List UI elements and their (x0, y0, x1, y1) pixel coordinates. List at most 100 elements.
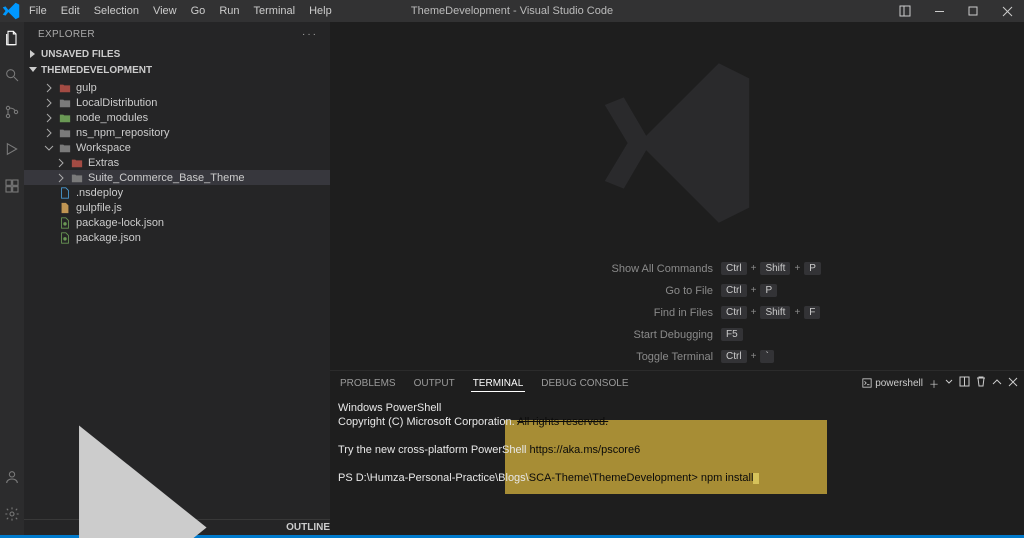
shortcut-label: Find in Files (533, 307, 713, 319)
tree-item-label: package.json (76, 232, 141, 244)
menu-help[interactable]: Help (302, 0, 339, 22)
explorer-more-icon[interactable]: ··· (302, 29, 318, 40)
key: Ctrl (721, 350, 747, 363)
layout-toggle-icon[interactable] (888, 0, 922, 22)
tree-item-label: .nsdeploy (76, 187, 123, 199)
chevron-right-icon (44, 98, 54, 108)
term-link[interactable]: https://aka.ms/pscore6 (530, 444, 641, 456)
key: P (760, 284, 777, 297)
key: Shift (760, 262, 790, 275)
shortcut-keys: Ctrl+` (721, 350, 774, 363)
folder-green-icon (58, 112, 72, 124)
shortcut-label: Go to File (533, 285, 713, 297)
term-prompt: SCA-Theme\ThemeDevelopment> (529, 472, 701, 484)
tree-item-label: ns_npm_repository (76, 127, 170, 139)
term-prompt: PS D:\Humza-Personal-Practice\Blogs\ (338, 472, 529, 484)
key: Ctrl (721, 262, 747, 275)
project-label: THEMEDEVELOPMENT (41, 65, 152, 76)
menu-view[interactable]: View (146, 0, 184, 22)
chevron-right-icon (56, 158, 66, 168)
tree-item[interactable]: gulp (24, 80, 330, 95)
menu-bar: File Edit Selection View Go Run Terminal… (22, 0, 339, 22)
menu-run[interactable]: Run (212, 0, 246, 22)
term-line: Copyright (C) Microsoft Corporation. (338, 416, 517, 428)
key: Ctrl (721, 306, 747, 319)
title-bar: File Edit Selection View Go Run Terminal… (0, 0, 1024, 22)
new-terminal-icon[interactable]: ＋ (929, 376, 939, 391)
term-line: Windows PowerShell (338, 402, 441, 414)
shortcut-row: Start Debugging F5 (533, 328, 821, 341)
tree-item[interactable]: .nsdeploy (24, 185, 330, 200)
folder-red-icon (70, 157, 84, 169)
key: P (804, 262, 821, 275)
minimize-button[interactable] (922, 0, 956, 22)
tree-item[interactable]: ns_npm_repository (24, 125, 330, 140)
tree-item[interactable]: Suite_Commerce_Base_Theme (24, 170, 330, 185)
source-control-icon[interactable] (4, 104, 20, 125)
accounts-icon[interactable] (4, 469, 20, 490)
tree-item-label: Suite_Commerce_Base_Theme (88, 172, 245, 184)
shortcut-keys: Ctrl+P (721, 284, 777, 297)
key: ` (760, 350, 773, 363)
shell-name: powershell (875, 378, 923, 389)
tab-output[interactable]: OUTPUT (412, 378, 457, 389)
unsaved-files-section[interactable]: UNSAVED FILES (24, 46, 330, 62)
split-terminal-icon[interactable] (959, 376, 970, 390)
tab-terminal[interactable]: TERMINAL (471, 378, 526, 392)
tree-item[interactable]: package-lock.json (24, 215, 330, 230)
menu-edit[interactable]: Edit (54, 0, 87, 22)
tree-item-label: gulp (76, 82, 97, 94)
tree-item[interactable]: Extras (24, 155, 330, 170)
shortcut-row: Find in FilesCtrl+Shift+F (533, 306, 821, 319)
shortcut-row: Go to File Ctrl+P (533, 284, 821, 297)
term-input: npm install (701, 472, 754, 484)
term-line: All rights reserved. (517, 416, 608, 428)
maximize-button[interactable] (956, 0, 990, 22)
shortcut-keys: F5 (721, 328, 743, 341)
tree-item-label: Extras (88, 157, 119, 169)
tree-item-label: LocalDistribution (76, 97, 157, 109)
tree-item[interactable]: gulpfile.js (24, 200, 330, 215)
key: Ctrl (721, 284, 747, 297)
folder-red-icon (58, 82, 72, 94)
editor-area: Show All CommandsCtrl+Shift+PGo to FileC… (330, 22, 1024, 370)
tab-problems[interactable]: PROBLEMS (338, 378, 398, 389)
folder-gray-icon (58, 142, 72, 154)
project-section[interactable]: THEMEDEVELOPMENT (24, 62, 330, 78)
tree-item[interactable]: Workspace (24, 140, 330, 155)
tree-item[interactable]: node_modules (24, 110, 330, 125)
extensions-icon[interactable] (4, 178, 20, 199)
vscode-logo-icon (0, 0, 22, 22)
key: F5 (721, 328, 743, 341)
shortcut-label: Show All Commands (533, 263, 713, 275)
menu-terminal[interactable]: Terminal (247, 0, 303, 22)
folder-gray-icon (70, 172, 84, 184)
key: F (804, 306, 820, 319)
terminal-body[interactable]: Windows PowerShell Copyright (C) Microso… (330, 395, 1024, 535)
run-debug-icon[interactable] (4, 141, 20, 162)
menu-file[interactable]: File (22, 0, 54, 22)
close-panel-icon[interactable] (1008, 377, 1018, 390)
search-icon[interactable] (4, 67, 20, 88)
tab-debug-console[interactable]: DEBUG CONSOLE (539, 378, 630, 389)
maximize-panel-icon[interactable] (992, 377, 1002, 390)
tree-item[interactable]: LocalDistribution (24, 95, 330, 110)
settings-gear-icon[interactable] (4, 506, 20, 527)
explorer-icon[interactable] (4, 30, 20, 51)
terminal-icon (862, 378, 872, 388)
tree-item[interactable]: package.json (24, 230, 330, 245)
menu-go[interactable]: Go (184, 0, 213, 22)
close-button[interactable] (990, 0, 1024, 22)
shortcut-label: Start Debugging (533, 329, 713, 341)
menu-selection[interactable]: Selection (87, 0, 146, 22)
terminal-dropdown-icon[interactable] (945, 378, 953, 389)
outline-section[interactable]: OUTLINE (24, 519, 330, 535)
terminal-shell-label[interactable]: powershell (862, 378, 923, 389)
tree-item-label: package-lock.json (76, 217, 164, 229)
kill-terminal-icon[interactable] (976, 376, 986, 390)
explorer-title: EXPLORER (38, 29, 95, 40)
unsaved-files-label: UNSAVED FILES (41, 49, 120, 60)
tree-item-label: gulpfile.js (76, 202, 122, 214)
bottom-panel: PROBLEMS OUTPUT TERMINAL DEBUG CONSOLE p… (330, 370, 1024, 535)
chevron-right-icon (44, 83, 54, 93)
